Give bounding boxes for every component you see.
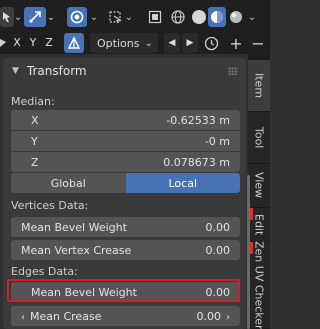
space-toggle: Global Local — [11, 173, 240, 193]
cursor-icon — [3, 12, 10, 22]
median-z-field[interactable]: Z 0.078673 m — [11, 152, 240, 172]
edge-mean-crease-field[interactable]: ‹ Mean Crease 0.00 › — [11, 306, 240, 326]
median-label: Median: — [11, 95, 55, 108]
transform-pivot-icon — [29, 11, 41, 23]
panel-title: Transform — [26, 64, 87, 78]
options-label: Options — [97, 36, 140, 50]
global-button[interactable]: Global — [11, 173, 126, 193]
field-value: 0.00 — [205, 220, 231, 234]
chevron-down-icon: ⌄ — [144, 37, 153, 49]
axis-label: Y — [31, 134, 38, 148]
vertices-data-label: Vertices Data: — [11, 199, 89, 212]
add-icon[interactable]: + — [228, 33, 244, 53]
field-value: -0.62533 m — [166, 113, 230, 127]
history-icon[interactable] — [202, 33, 220, 53]
chevron-down-icon[interactable]: ⌄ — [89, 9, 99, 25]
local-button[interactable]: Local — [125, 173, 240, 193]
vertex-mean-bevel-weight-field[interactable]: Mean Bevel Weight 0.00 — [11, 217, 240, 237]
wireframe-shading-icon[interactable] — [169, 7, 187, 27]
field-value: -0 m — [204, 134, 230, 148]
topology-mirror-button[interactable] — [64, 33, 84, 53]
edges-data-label: Edges Data: — [11, 265, 78, 278]
rendered-shading-icon[interactable] — [228, 7, 244, 27]
tab-view[interactable]: View — [248, 164, 270, 208]
median-x-field[interactable]: X -0.62533 m — [11, 110, 240, 130]
options-dropdown[interactable]: Options ⌄ — [90, 33, 158, 53]
mirror-y-toggle[interactable]: Y — [26, 33, 40, 53]
chevron-right-icon[interactable]: › — [226, 312, 230, 323]
remove-icon[interactable]: − — [250, 33, 266, 53]
cursor-tool-button[interactable] — [0, 7, 14, 27]
tab-indicator — [250, 208, 253, 220]
field-value: 0.078673 m — [163, 155, 230, 169]
mirror-z-toggle[interactable]: Z — [42, 33, 56, 53]
median-y-field[interactable]: Y -0 m — [11, 131, 240, 151]
butterfly-mirror-icon[interactable] — [0, 33, 8, 53]
chevron-down-icon[interactable]: ⌄ — [124, 9, 134, 25]
sidebar-tabs: Item Tool View Edit Zen UV Checker — [248, 54, 270, 329]
chevron-down-icon[interactable]: ⌄ — [46, 9, 56, 25]
tab-item[interactable]: Item — [248, 60, 270, 112]
snap-select-icon[interactable] — [106, 7, 124, 27]
field-label: Mean Vertex Crease — [21, 243, 132, 257]
overlay-toggle-button[interactable] — [67, 7, 87, 27]
field-value: 0.00 › — [196, 309, 231, 323]
xray-toggle-icon[interactable] — [146, 7, 164, 27]
chevron-left-icon[interactable]: ‹ — [21, 312, 25, 323]
selection-highlight — [7, 279, 240, 302]
tab-tool[interactable]: Tool — [248, 112, 270, 164]
field-label: ‹ Mean Crease — [21, 309, 102, 323]
transform-orientation-button[interactable] — [24, 7, 46, 27]
topology-mirror-icon — [67, 36, 81, 49]
play-reverse-icon: ◀ — [168, 38, 176, 48]
play-icon: ▶ — [186, 38, 194, 48]
overlay-icon — [70, 10, 84, 24]
next-button[interactable]: ▶ — [182, 33, 198, 53]
field-value: 0.00 — [205, 243, 231, 257]
tab-zen-uv-checker[interactable]: Zen UV Checker — [248, 241, 270, 329]
solid-shading-icon[interactable] — [192, 10, 206, 24]
chevron-down-icon[interactable]: ⌄ — [13, 9, 23, 25]
material-preview-icon — [211, 11, 223, 23]
axis-label: X — [31, 113, 39, 127]
mirror-x-toggle[interactable]: X — [10, 33, 24, 53]
chevron-down-icon[interactable]: ⌄ — [246, 9, 258, 25]
previous-button[interactable]: ◀ — [164, 33, 180, 53]
tab-indicator — [250, 242, 253, 254]
panel-header[interactable]: ▼ Transform — [3, 58, 246, 84]
field-label: Mean Bevel Weight — [21, 220, 127, 234]
material-shading-button[interactable] — [208, 7, 226, 27]
header-toolbar: ⌄ ⌄ ⌄ ⌄ ⌄ — [0, 0, 270, 32]
collapse-arrow-icon: ▼ — [12, 66, 19, 76]
axis-label: Z — [31, 155, 39, 169]
drag-handle-icon[interactable] — [228, 67, 238, 75]
vertex-mean-crease-field[interactable]: Mean Vertex Crease 0.00 — [11, 240, 240, 260]
